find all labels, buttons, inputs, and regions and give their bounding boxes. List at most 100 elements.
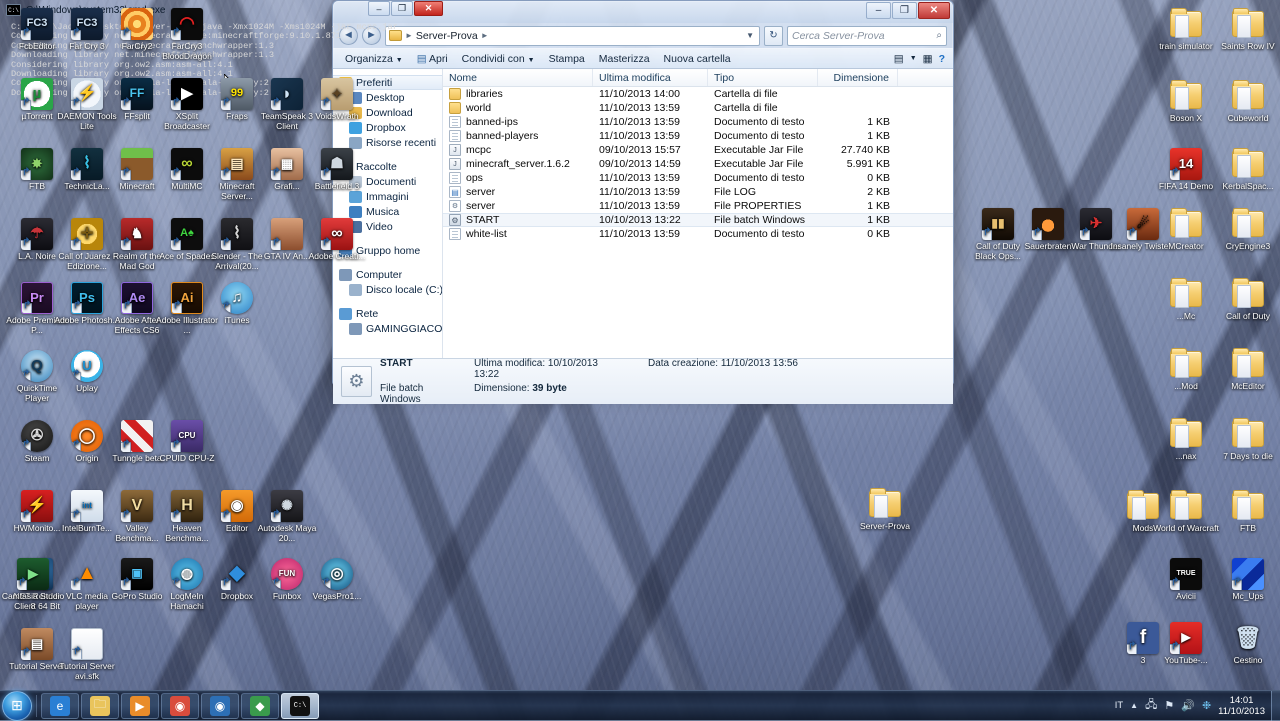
language-indicator[interactable]: IT [1115,700,1123,711]
minimize-button[interactable]: – [866,2,891,19]
file-row[interactable]: START 10/10/2013 13:22 File batch Windows 1… [443,213,953,227]
desktop-icon[interactable]: ...Mod [1153,348,1219,392]
search-input[interactable]: Cerca Server-Prova ⌕ [787,25,947,46]
shortcut-overlay-icon [1170,644,1180,654]
taskbar-button-windows-media-player[interactable]: ▶ [121,692,159,719]
desktop-icon[interactable]: ...nax [1153,418,1219,462]
taskbar[interactable]: ⊞ e 🗀 ▶ ◉ ◉ ◆ C:\ IT ▲ 🖧 ⚑ 🔊 ❉ 14:01 11/10/201… [0,690,1280,721]
desktop-icon[interactable]: ▶Camtasia Studio 8 [0,558,66,611]
desktop-icon-label: McEditor [1231,381,1265,391]
desktop-icon[interactable]: TRUEAvicii [1153,558,1219,602]
taskbar-button-google-chrome[interactable]: ◉ [161,692,199,719]
file-row[interactable]: mcpc 09/10/2013 15:57 Executable Jar File 2… [443,143,953,157]
file-row[interactable]: server 11/10/2013 13:59 File LOG 2 KB [443,185,953,199]
desktop-icon[interactable]: KerbalSpac... [1215,148,1280,192]
file-row[interactable]: server 11/10/2013 13:59 File PROPERTIES 1 K… [443,199,953,213]
nav-item-gaminggiacomo[interactable]: GAMINGGIACOMO [333,321,442,336]
chevron-down-icon[interactable]: ▼ [746,31,756,40]
nav-item-label: GAMINGGIACOMO [366,322,443,335]
file-row[interactable]: white-list 11/10/2013 13:59 Documento di t… [443,227,953,241]
desktop-icon[interactable]: 14FIFA 14 Demo [1153,148,1219,192]
refresh-icon[interactable]: ↻ [764,25,783,46]
column-header-tipo[interactable]: Tipo [708,69,818,86]
desktop-icon[interactable]: Cubeworld [1215,80,1280,124]
desktop-icon[interactable]: Mc_Ups [1215,558,1280,602]
tray-extra-icon[interactable]: ❉ [1202,699,1211,712]
desktop-icon[interactable]: Server-Prova [852,488,918,532]
help-icon[interactable]: ? [939,53,945,65]
column-header-ultima-modifica[interactable]: Ultima modifica [593,69,708,86]
desktop-icon[interactable]: CryEngine3 [1215,208,1280,252]
taskbar-button-windows-explorer[interactable]: 🗀 [81,692,119,719]
desktop-icon[interactable]: Tutorial Server avi.sfk [54,628,120,681]
column-header-nome[interactable]: Nome [443,69,593,86]
show-desktop-button[interactable] [1271,690,1280,721]
file-row[interactable]: libraries 11/10/2013 14:00 Cartella di fil… [443,87,953,101]
new-folder-button[interactable]: Nuova cartella [657,51,738,67]
file-row[interactable]: banned-players 11/10/2013 13:59 Documento … [443,129,953,143]
start-button[interactable]: ⊞ [2,690,32,721]
preview-pane-icon[interactable]: ▦ [923,53,933,65]
desktop-icon[interactable]: McEditor [1215,348,1280,392]
file-row[interactable]: banned-ips 11/10/2013 13:59 Documento di t… [443,115,953,129]
desktop-icon[interactable]: World of Warcraft [1153,490,1219,534]
desktop-icon[interactable]: Saints Row IV [1215,8,1280,52]
desktop-icon[interactable]: ✺Autodesk Maya 20... [254,490,320,543]
nav-item-disco-locale-c[interactable]: Disco locale (C:) [333,282,442,297]
desktop-icon[interactable]: ▶YouTube-... [1153,622,1219,666]
nav-item-rete[interactable]: Rete [333,306,442,321]
desktop-icon[interactable]: Call of Duty [1215,278,1280,322]
maximize-button[interactable]: ❐ [892,2,917,19]
desktop-icon[interactable]: ∞Adobe Creati... [304,218,370,262]
taskbar-button-image-viewer[interactable]: ◆ [241,692,279,719]
desktop-icon[interactable]: train simulator [1153,8,1219,52]
nav-item-computer[interactable]: Computer [333,267,442,282]
close-button[interactable]: ✕ [918,2,950,19]
desktop-icon[interactable]: MCreator [1153,208,1219,252]
share-with-menu-button[interactable]: Condividi con ▼ [455,51,542,67]
desktop-icon[interactable]: UUplay [54,350,120,394]
file-list-pane[interactable]: Nome Ultima modifica Tipo Dimensione librar… [443,69,953,358]
desktop-icon[interactable]: ◎VegasPro1... [304,558,370,602]
change-view-icon[interactable]: ▤ [894,53,904,65]
desktop-icon[interactable]: CPUCPUID CPU-Z [154,420,220,464]
clock[interactable]: 14:01 11/10/2013 [1218,695,1265,717]
close-button[interactable]: ✕ [414,1,443,16]
volume-icon[interactable]: 🔊 [1181,699,1195,712]
cmd-window-controls[interactable]: – ❐ ✕ [368,1,443,16]
minimize-button[interactable]: – [368,1,390,16]
action-center-flag-icon[interactable]: ⚑ [1164,699,1174,712]
file-list[interactable]: libraries 11/10/2013 14:00 Cartella di fil… [443,87,953,241]
system-tray[interactable]: IT ▲ 🖧 ⚑ 🔊 ❉ 14:01 11/10/2013 [1115,695,1271,717]
desktop-icon[interactable]: 🗑 Cestino [1215,622,1280,666]
command-prompt-icon: C:\ [290,695,310,716]
taskbar-buttons[interactable]: e 🗀 ▶ ◉ ◉ ◆ C:\ [41,692,321,719]
breadcrumb-address-bar[interactable]: ► Server-Prova ► ▼ [385,25,760,46]
desktop-icon[interactable]: Boson X [1153,80,1219,124]
desktop-icon-label: Cestino [1233,655,1263,665]
file-row[interactable]: ops 11/10/2013 13:59 Documento di testo 0 K… [443,171,953,185]
burn-button[interactable]: Masterizza [592,51,657,67]
column-header-row[interactable]: Nome Ultima modifica Tipo Dimensione [443,69,953,87]
desktop-icon[interactable]: FTB [1215,490,1280,534]
taskbar-button-camtasia-studio[interactable]: ◉ [201,692,239,719]
desktop-icon[interactable]: 7 Days to die [1215,418,1280,462]
breadcrumb-separator-icon[interactable]: ► [481,31,489,40]
explorer-window-controls[interactable]: – ❐ ✕ [866,2,950,19]
chevron-down-icon[interactable]: ▼ [910,55,917,62]
print-button[interactable]: Stampa [542,51,592,67]
maximize-button[interactable]: ❐ [391,1,413,16]
desktop-icon[interactable]: ...Mc [1153,278,1219,322]
desktop-icon[interactable]: ♫iTunes [204,282,270,326]
show-hidden-icons-icon[interactable]: ▲ [1130,701,1138,710]
column-header-dimensione[interactable]: Dimensione [818,69,898,86]
desktop-icon[interactable]: ☗Battlefield 3 [304,148,370,192]
network-icon[interactable]: 🖧 [1145,696,1157,715]
desktop-icon[interactable]: ✦VoidsWrath [304,78,370,122]
file-row[interactable]: world 11/10/2013 13:59 Cartella di file [443,101,953,115]
farcry3-editor-icon: FC3 [21,8,53,40]
file-row[interactable]: minecraft_server.1.6.2 09/10/2013 14:59 Ex… [443,157,953,171]
taskbar-button-internet-explorer[interactable]: e [41,692,79,719]
taskbar-button-command-prompt[interactable]: C:\ [281,692,319,719]
desktop-icon[interactable]: ◠FarCry3 BloodDragon [154,8,220,61]
